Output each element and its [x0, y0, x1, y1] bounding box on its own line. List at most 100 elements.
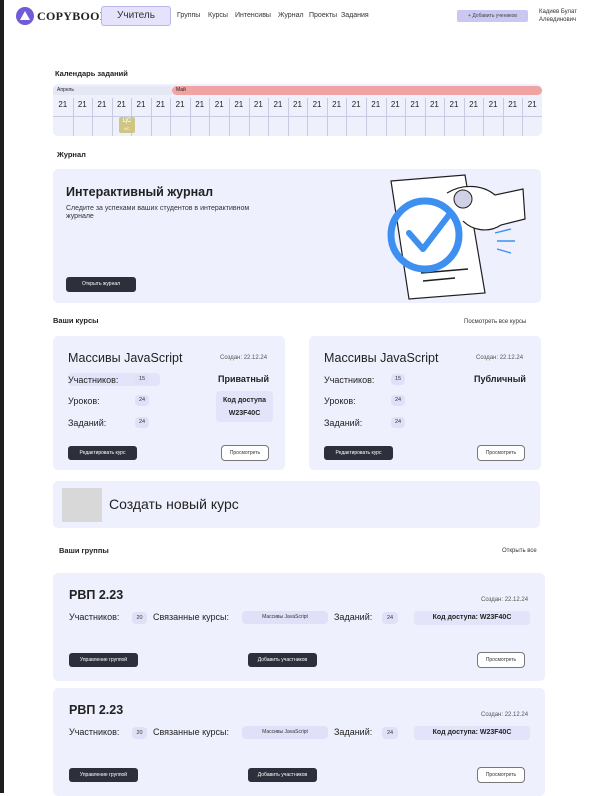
nav-intensives[interactable]: Интенсивы	[235, 12, 271, 19]
calendar-day[interactable]: 21	[112, 99, 132, 119]
view-group-button[interactable]: Просмотреть	[477, 767, 525, 783]
calendar-day[interactable]: 21	[366, 99, 386, 119]
nav-projects[interactable]: Проекты	[309, 12, 337, 19]
create-course-label[interactable]: Создать новый курс	[109, 496, 239, 512]
privacy-status: Приватный	[218, 374, 269, 384]
course-title[interactable]: Массивы JavaScript	[68, 351, 182, 365]
journal-card: Интерактивный журнал Следите за успехами…	[53, 169, 541, 303]
participants-label: Участников:	[69, 612, 120, 622]
calendar-column-divider	[170, 98, 172, 136]
calendar-day[interactable]: 21	[151, 99, 171, 119]
privacy-status: Публичный	[474, 374, 526, 384]
create-course-thumbnail	[62, 488, 102, 522]
calendar-column-divider	[424, 98, 426, 136]
calendar-day[interactable]: 21	[405, 99, 425, 119]
lessons-label: Уроков:	[324, 396, 356, 406]
edit-course-button[interactable]: Редактировать курс	[324, 446, 393, 460]
tasks-label: Заданий:	[68, 418, 107, 428]
calendar-task-badge[interactable]: ЦС КС	[119, 117, 135, 133]
linked-course-chip[interactable]: Массивы JavaScript	[242, 726, 328, 739]
calendar-column-divider	[483, 98, 485, 136]
tasks-count: 24	[391, 417, 405, 428]
tasks-label: Заданий:	[334, 612, 373, 622]
open-journal-button[interactable]: Открыть журнал	[66, 277, 136, 292]
calendar-day[interactable]: 21	[92, 99, 112, 119]
view-group-button[interactable]: Просмотреть	[477, 652, 525, 668]
calendar-column-divider	[463, 98, 465, 136]
calendar-column-divider	[346, 98, 348, 136]
calendar-day[interactable]: 21	[170, 99, 190, 119]
nav-journal[interactable]: Журнал	[278, 12, 304, 19]
calendar-column-divider	[92, 98, 94, 136]
calendar-title: Календарь заданий	[55, 69, 128, 78]
journal-section-title: Журнал	[57, 150, 86, 159]
nav-groups[interactable]: Группы	[177, 12, 200, 19]
group-access-code: Код доступа: W23F40C	[414, 726, 530, 740]
calendar-day[interactable]: 21	[268, 99, 288, 119]
nav-tasks[interactable]: Задания	[341, 12, 369, 19]
calendar-day[interactable]: 21	[229, 99, 249, 119]
calendar-day[interactable]: 21	[327, 99, 347, 119]
calendar-day[interactable]: 21	[209, 99, 229, 119]
calendar-column-divider	[150, 98, 152, 136]
calendar-day[interactable]: 21	[288, 99, 308, 119]
group-title[interactable]: РВП 2.23	[69, 588, 123, 602]
calendar-day[interactable]: 21	[249, 99, 269, 119]
participants-count: 15	[391, 374, 405, 385]
open-all-groups-link[interactable]: Открыть все	[502, 548, 537, 554]
calendar-day[interactable]: 21	[483, 99, 503, 119]
linked-course-chip[interactable]: Массивы JavaScript	[242, 611, 328, 624]
calendar-column-divider	[522, 98, 524, 136]
view-course-button[interactable]: Просмотреть	[221, 445, 269, 461]
tasks-count: 24	[382, 727, 398, 739]
edit-course-button[interactable]: Редактировать курс	[68, 446, 137, 460]
calendar-column-divider	[248, 98, 250, 136]
logo-icon[interactable]	[16, 7, 34, 25]
calendar-day[interactable]: 21	[53, 99, 73, 119]
calendar-day[interactable]: 21	[444, 99, 464, 119]
month-april: Апрель	[53, 86, 172, 95]
tasks-label: Заданий:	[334, 727, 373, 737]
month-may: Май	[172, 86, 542, 95]
calendar-column-divider	[385, 98, 387, 136]
lessons-label: Уроков:	[68, 396, 100, 406]
calendar-day[interactable]: 21	[425, 99, 445, 119]
journal-card-title: Интерактивный журнал	[66, 185, 214, 199]
view-course-button[interactable]: Просмотреть	[477, 445, 525, 461]
create-course-card[interactable]: Создать новый курс	[53, 481, 540, 528]
nav-courses[interactable]: Курсы	[208, 12, 228, 19]
calendar-day[interactable]: 21	[464, 99, 484, 119]
manage-group-button[interactable]: Управление группой	[69, 768, 138, 782]
add-members-button[interactable]: Добавить участников	[248, 653, 317, 667]
calendar-day[interactable]: 21	[346, 99, 366, 119]
add-members-button[interactable]: Добавить участников	[248, 768, 317, 782]
group-created-date: Создан: 22.12.24	[481, 597, 529, 603]
group-title[interactable]: РВП 2.23	[69, 703, 123, 717]
view-all-courses-link[interactable]: Посмотреть все курсы	[464, 319, 526, 325]
linked-courses-label: Связанные курсы:	[153, 612, 230, 622]
participants-label: Участников:	[69, 727, 120, 737]
group-created-date: Создан: 22.12.24	[481, 712, 529, 718]
course-card: Массивы JavaScript Создан: 22.12.24 Учас…	[53, 336, 285, 470]
calendar-day[interactable]: 21	[386, 99, 406, 119]
courses-section-title: Ваши курсы	[53, 316, 99, 325]
lessons-count: 24	[135, 395, 149, 406]
lessons-count: 24	[391, 395, 405, 406]
user-name[interactable]: Кадиев Булат Алевдинович	[539, 8, 589, 24]
calendar-day[interactable]: 21	[503, 99, 523, 119]
course-title[interactable]: Массивы JavaScript	[324, 351, 438, 365]
calendar-day[interactable]: 21	[190, 99, 210, 119]
add-students-button[interactable]: + Добавить учеников	[457, 10, 528, 22]
calendar-day[interactable]: 21	[131, 99, 151, 119]
calendar-day[interactable]: 21	[307, 99, 327, 119]
group-access-code: Код доступа: W23F40C	[414, 611, 530, 625]
logo-text[interactable]: COPYBOOK	[37, 9, 109, 24]
calendar-day[interactable]: 21	[73, 99, 93, 119]
calendar-column-divider	[287, 98, 289, 136]
calendar-day[interactable]: 21	[522, 99, 542, 119]
role-switch-button[interactable]: Учитель	[101, 6, 171, 26]
calendar-column-divider	[72, 98, 74, 136]
manage-group-button[interactable]: Управление группой	[69, 653, 138, 667]
calendar-column-divider	[444, 98, 446, 136]
course-created-date: Создан: 22.12.24	[220, 355, 268, 361]
